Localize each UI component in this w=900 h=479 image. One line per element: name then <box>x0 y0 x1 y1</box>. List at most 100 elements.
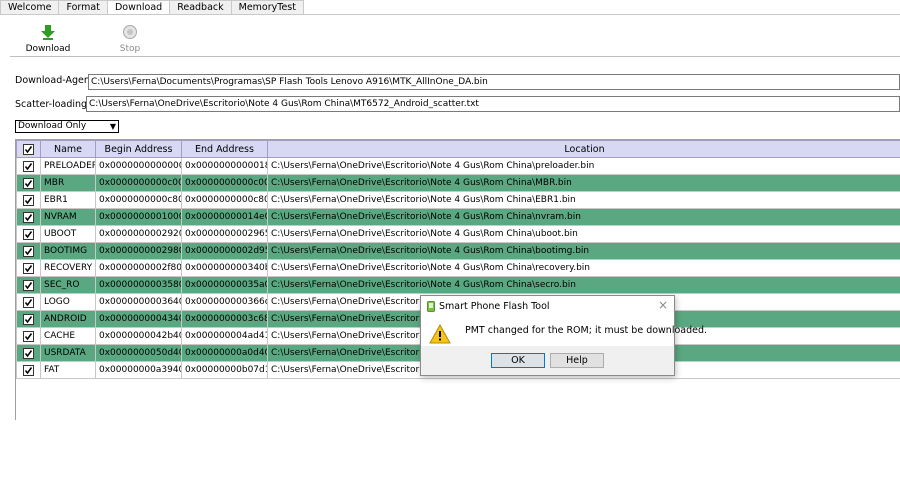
cell-location[interactable]: C:\Users\Ferna\OneDrive\Escritorio\Note … <box>267 157 900 175</box>
tab-readback[interactable]: Readback <box>169 0 232 14</box>
checkbox-checked-icon <box>23 177 34 189</box>
scatter-file-field[interactable]: C:\Users\Ferna\OneDrive\Escritorio\Note … <box>86 96 900 112</box>
checkbox-checked-icon <box>23 364 34 376</box>
cell-end-address: 0x00000000000189eb <box>181 157 268 175</box>
cell-begin-address: 0x0000000002920000 <box>95 225 182 243</box>
row-checkbox[interactable] <box>16 174 41 192</box>
stop-button[interactable]: Stop <box>105 24 155 54</box>
cell-name: RECOVERY <box>40 259 96 277</box>
cell-name: FAT <box>40 361 96 379</box>
checkbox-checked-icon <box>23 228 34 240</box>
cell-begin-address: 0x0000000002980000 <box>95 242 182 260</box>
row-checkbox[interactable] <box>16 157 41 175</box>
cell-begin-address: 0x0000000003580000 <box>95 276 182 294</box>
tab-memorytest[interactable]: MemoryTest <box>230 0 304 14</box>
cell-end-address: 0x0000000002d95fff <box>181 242 268 260</box>
download-agent-field[interactable]: C:\Users\Ferna\Documents\Programas\SP Fl… <box>88 74 900 90</box>
row-checkbox[interactable] <box>16 293 41 311</box>
checkbox-checked-icon <box>23 347 34 359</box>
cell-begin-address: 0x0000000004340000 <box>95 310 182 328</box>
table-row[interactable]: PRELOADER0x00000000000000000x00000000000… <box>16 157 900 175</box>
checkbox-checked-icon <box>23 143 34 155</box>
chevron-down-icon: ▼ <box>109 122 116 131</box>
select-all-checkbox[interactable] <box>16 140 41 158</box>
cell-begin-address: 0x0000000000c00000 <box>95 174 182 192</box>
warning-icon <box>429 324 451 344</box>
cell-end-address: 0x0000000003c681fff <box>181 310 268 328</box>
tab-welcome[interactable]: Welcome <box>0 0 60 14</box>
row-checkbox[interactable] <box>16 344 41 362</box>
column-header-begin-address[interactable]: Begin Address <box>95 140 182 158</box>
row-checkbox[interactable] <box>16 191 41 209</box>
table-header-row: Name Begin Address End Address Location <box>16 140 900 158</box>
cell-location[interactable]: C:\Users\Ferna\OneDrive\Escritorio\Note … <box>267 174 900 192</box>
cell-name: NVRAM <box>40 208 96 226</box>
table-row[interactable]: MBR0x0000000000c000000x0000000000c00fffC… <box>16 174 900 192</box>
cell-location[interactable]: C:\Users\Ferna\OneDrive\Escritorio\Note … <box>267 242 900 260</box>
cell-name: ANDROID <box>40 310 96 328</box>
cell-location[interactable]: C:\Users\Ferna\OneDrive\Escritorio\Note … <box>267 259 900 277</box>
cell-name: MBR <box>40 174 96 192</box>
cell-end-address: 0x000000004ad41fff <box>181 327 268 345</box>
checkbox-checked-icon <box>23 296 34 308</box>
column-header-end-address[interactable]: End Address <box>181 140 268 158</box>
table-row[interactable]: SEC_RO0x00000000035800000x00000000035a0f… <box>16 276 900 294</box>
tab-bar: Welcome Format Download Readback MemoryT… <box>0 0 304 15</box>
table-row[interactable]: BOOTIMG0x00000000029800000x0000000002d95… <box>16 242 900 260</box>
stop-icon <box>123 25 137 39</box>
cell-location[interactable]: C:\Users\Ferna\OneDrive\Escritorio\Note … <box>267 276 900 294</box>
row-checkbox[interactable] <box>16 327 41 345</box>
cell-name: BOOTIMG <box>40 242 96 260</box>
tab-format[interactable]: Format <box>58 0 108 14</box>
cell-begin-address: 0x0000000050d40000 <box>95 344 182 362</box>
cell-end-address: 0x00000000014e0fff <box>181 208 268 226</box>
cell-name: EBR1 <box>40 191 96 209</box>
column-header-name[interactable]: Name <box>40 140 96 158</box>
row-checkbox[interactable] <box>16 361 41 379</box>
row-checkbox[interactable] <box>16 276 41 294</box>
checkbox-checked-icon <box>23 313 34 325</box>
help-button[interactable]: Help <box>550 353 604 368</box>
row-checkbox[interactable] <box>16 225 41 243</box>
checkbox-checked-icon <box>23 279 34 291</box>
checkbox-checked-icon <box>23 211 34 223</box>
cell-end-address: 0x00000000a0d40fff <box>181 344 268 362</box>
cell-begin-address: 0x0000000000000000 <box>95 157 182 175</box>
toolbar-divider <box>10 56 900 57</box>
cell-location[interactable]: C:\Users\Ferna\OneDrive\Escritorio\Note … <box>267 225 900 243</box>
checkbox-checked-icon <box>23 160 34 172</box>
download-button[interactable]: Download <box>23 24 73 54</box>
download-mode-select[interactable]: Download Only ▼ <box>15 120 119 133</box>
app-icon <box>427 301 435 312</box>
checkbox-checked-icon <box>23 262 34 274</box>
tab-download[interactable]: Download <box>106 0 171 15</box>
dialog-title: Smart Phone Flash Tool <box>439 301 550 312</box>
cell-name: UBOOT <box>40 225 96 243</box>
checkbox-checked-icon <box>23 194 34 206</box>
dialog-message: PMT changed for the ROM; it must be down… <box>465 325 708 336</box>
partition-table: Name Begin Address End Address Location … <box>15 139 900 420</box>
download-arrow-icon <box>41 25 55 40</box>
stop-button-label: Stop <box>119 44 141 54</box>
cell-location[interactable]: C:\Users\Ferna\OneDrive\Escritorio\Note … <box>267 208 900 226</box>
table-row[interactable]: UBOOT0x00000000029200000x0000000002965ff… <box>16 225 900 243</box>
row-checkbox[interactable] <box>16 259 41 277</box>
download-button-label: Download <box>25 44 71 54</box>
row-checkbox[interactable] <box>16 208 41 226</box>
table-row[interactable]: RECOVERY0x0000000002f800000x000000000340… <box>16 259 900 277</box>
ok-button[interactable]: OK <box>491 353 545 368</box>
row-checkbox[interactable] <box>16 310 41 328</box>
column-header-location[interactable]: Location <box>267 140 900 158</box>
cell-name: LOGO <box>40 293 96 311</box>
close-icon[interactable]: × <box>658 298 668 312</box>
table-row[interactable]: EBR10x0000000000c800000x0000000000c80fff… <box>16 191 900 209</box>
cell-begin-address: 0x0000000001000000 <box>95 208 182 226</box>
cell-end-address: 0x0000000002965fff <box>181 225 268 243</box>
checkbox-checked-icon <box>23 330 34 342</box>
row-checkbox[interactable] <box>16 242 41 260</box>
checkbox-checked-icon <box>23 245 34 257</box>
cell-begin-address: 0x0000000000c80000 <box>95 191 182 209</box>
table-row[interactable]: NVRAM0x00000000010000000x00000000014e0ff… <box>16 208 900 226</box>
download-agent-label: Download-Agent <box>15 75 94 86</box>
cell-location[interactable]: C:\Users\Ferna\OneDrive\Escritorio\Note … <box>267 191 900 209</box>
